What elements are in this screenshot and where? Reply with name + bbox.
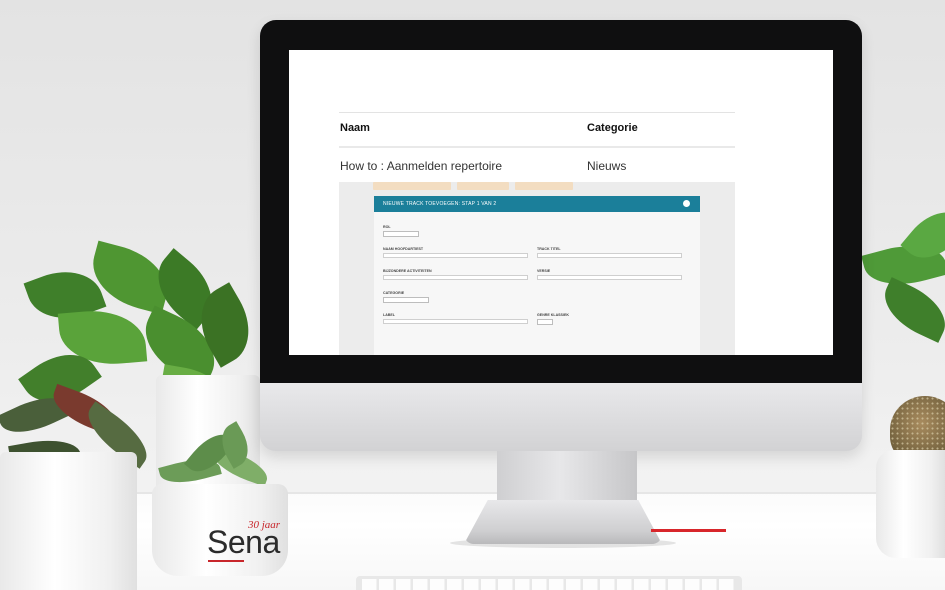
field-label-label: LABEL <box>383 313 395 317</box>
column-header-naam: Naam <box>340 122 370 134</box>
column-header-categorie: Categorie <box>587 122 638 134</box>
versie-input[interactable] <box>537 275 682 280</box>
monitor-stand-neck <box>497 451 637 506</box>
track-titel-input[interactable] <box>537 253 682 258</box>
monitor-screen: Naam Categorie How to : Aanmelden repert… <box>289 50 833 355</box>
form-step-tabs <box>373 182 573 190</box>
left-pot <box>0 452 137 590</box>
form-panel: NIEUWE TRACK TOEVOEGEN: STAP 1 VAN 2 ROL… <box>374 196 700 355</box>
cactus-pot <box>876 450 945 558</box>
desk-edge <box>0 492 945 494</box>
categorie-select[interactable] <box>383 297 429 303</box>
field-label-activiteiten: BIJZONDERE ACTIVITEITEN <box>383 269 432 273</box>
embedded-form-screenshot: NIEUWE TRACK TOEVOEGEN: STAP 1 VAN 2 ROL… <box>339 182 735 355</box>
field-label-genre-klassiek: GENRE KLASSIEK <box>537 313 569 317</box>
activiteiten-input[interactable] <box>383 275 528 280</box>
logo-underline <box>208 560 244 562</box>
table-header-rule <box>339 146 735 148</box>
keyboard-keys <box>362 579 736 590</box>
field-label-hoofdartiest: NAAM HOOFDARTIEST <box>383 247 424 251</box>
row-categorie: Nieuws <box>587 159 627 173</box>
label-input[interactable] <box>383 319 528 324</box>
rol-select[interactable] <box>383 231 419 237</box>
genre-klassiek-select[interactable] <box>537 319 553 325</box>
form-panel-title: NIEUWE TRACK TOEVOEGEN: STAP 1 VAN 2 <box>374 196 700 212</box>
row-naam-link[interactable]: How to : Aanmelden repertoire <box>340 159 502 173</box>
close-icon[interactable] <box>683 200 690 207</box>
field-label-track-titel: TRACK TITEL <box>537 247 561 251</box>
field-label-rol: ROL <box>383 225 391 229</box>
hoofdartiest-input[interactable] <box>383 253 528 258</box>
logo-sena: Sena <box>207 524 280 560</box>
monitor-stand-base <box>464 500 662 544</box>
monitor-chin <box>260 383 862 451</box>
accent-line <box>651 529 726 532</box>
field-label-categorie: CATEGORIE <box>383 291 405 295</box>
monitor: Naam Categorie How to : Aanmelden repert… <box>260 20 862 451</box>
field-label-versie: VERSIE <box>537 269 551 273</box>
table-top-rule <box>339 112 735 113</box>
